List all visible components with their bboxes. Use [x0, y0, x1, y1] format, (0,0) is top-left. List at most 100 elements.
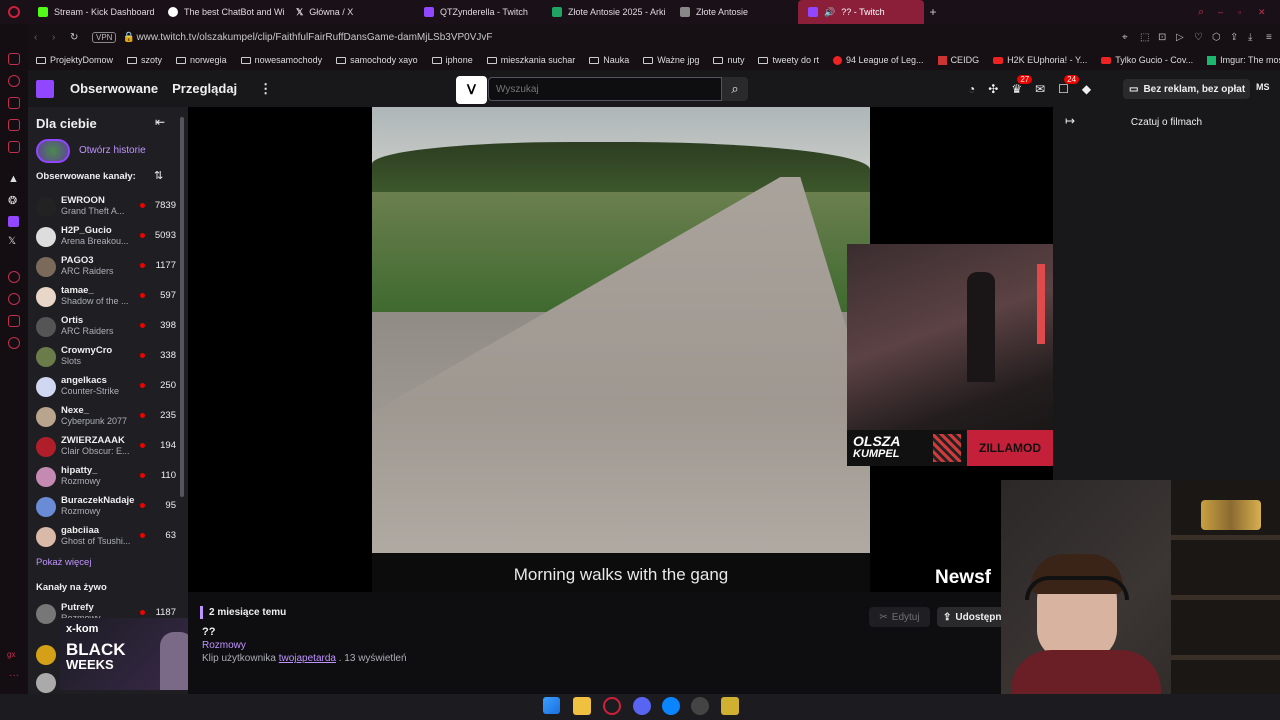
vpn-badge[interactable]: VPN — [92, 31, 117, 43]
opera-logo[interactable] — [0, 0, 28, 24]
share-button[interactable]: ⇪ Udostępn — [937, 607, 1001, 627]
browser-tab[interactable]: 𝕏 Główna / X — [286, 0, 414, 24]
aria-icon[interactable] — [8, 53, 20, 65]
browser-tab[interactable]: QTZynderella - Twitch — [414, 0, 542, 24]
followed-channel[interactable]: angelkacs Counter-Strike 250 — [36, 373, 176, 401]
more-menu-icon[interactable]: ⋮ — [259, 81, 272, 97]
xkom-ad[interactable]: x-kom BLACK WEEKS — [60, 618, 203, 690]
clip-author-link[interactable]: twojapetarda — [279, 653, 336, 664]
player-icon[interactable] — [8, 141, 20, 153]
browser-tab[interactable]: Złote Antosie — [670, 0, 798, 24]
browser-tab[interactable]: The best ChatBot and Wi — [158, 0, 286, 24]
sidebar-avatar[interactable] — [36, 673, 56, 693]
menu-icon[interactable]: ≡ — [1266, 32, 1280, 43]
play-icon[interactable]: ▷ — [1176, 32, 1194, 43]
windows-start-icon[interactable] — [543, 697, 560, 714]
activity-icon[interactable]: ◔ — [968, 82, 975, 96]
download-icon[interactable]: ⤓ — [1248, 32, 1266, 43]
url-field[interactable]: www.twitch.tv/olszakumpel/clip/FaithfulF… — [136, 32, 492, 43]
edit-button[interactable]: ✂ Edytuj — [869, 607, 930, 627]
bookmark[interactable]: Imgur: The most a... — [1207, 55, 1280, 65]
followed-channel[interactable]: H2P_Gucio Arena Breakou... 5093 — [36, 223, 176, 251]
minimize-icon[interactable]: – — [1218, 7, 1238, 17]
bookmark[interactable]: norwegia — [176, 55, 227, 65]
show-more-link[interactable]: Pokaż więcej — [36, 557, 91, 568]
obs-icon[interactable] — [691, 697, 709, 715]
sidebar-scrollbar[interactable] — [180, 117, 184, 497]
back-icon[interactable]: ‹ — [34, 32, 52, 43]
search-input[interactable] — [488, 77, 722, 101]
bookmark[interactable]: tweety do rt — [758, 55, 819, 65]
share-icon[interactable]: ⇪ — [1230, 32, 1248, 43]
prime-icon[interactable]: ♛ 27 — [1011, 75, 1033, 96]
chatgpt-icon[interactable]: ❂ — [8, 194, 17, 207]
inbox-icon[interactable]: ✉ — [1035, 82, 1045, 96]
bits-icon[interactable]: ◆ — [1082, 82, 1091, 96]
followed-channel[interactable]: Ortis ARC Raiders 398 — [36, 313, 176, 341]
bookmark[interactable]: CEIDG — [937, 55, 979, 65]
stories-avatar[interactable] — [36, 139, 70, 163]
followed-channel[interactable]: PAGO3 ARC Raiders 1177 — [36, 253, 176, 281]
sidebar-avatar[interactable] — [36, 645, 56, 665]
open-stories-link[interactable]: Otwórz historie — [79, 145, 146, 156]
gx-icon[interactable]: gx — [7, 650, 15, 659]
bookmark[interactable]: Nauka — [589, 55, 629, 65]
extensions-icon[interactable]: ⬡ — [1212, 32, 1230, 43]
notifications-icon[interactable]: ☐ 24 — [1058, 75, 1080, 96]
reload-icon[interactable]: ↻ — [70, 32, 92, 43]
wallet-icon[interactable] — [8, 97, 20, 109]
search-tabs-icon[interactable]: ⌕ — [1198, 6, 1218, 19]
browser-tab[interactable]: Złote Antosie 2025 - Arki — [542, 0, 670, 24]
maximize-icon[interactable]: ▫ — [1238, 7, 1258, 17]
followed-channel[interactable]: ZWIERZAAAK Clair Obscur: E... 194 — [36, 433, 176, 461]
followed-channel[interactable]: gabciiaa Ghost of Tsushi... 63 — [36, 523, 176, 551]
speaker-icon[interactable]: 🔊 — [824, 7, 835, 18]
bookmark[interactable]: nowesamochody — [240, 55, 322, 65]
new-tab-button[interactable]: + — [924, 5, 942, 19]
followed-channel[interactable]: EWROON Grand Theft A... 7839 — [36, 193, 176, 221]
bookmark[interactable]: samochody xayo — [336, 55, 418, 65]
x-side-icon[interactable]: 𝕏 — [8, 236, 16, 247]
bookmark[interactable]: H2K EUphoria! - Y... — [993, 55, 1087, 65]
bookmark[interactable]: Tylko Gucio - Cov... — [1101, 55, 1193, 65]
video-frame[interactable] — [372, 107, 870, 592]
followed-channel[interactable]: tamae_ Shadow of the ... 597 — [36, 283, 176, 311]
opera-gx-taskbar-icon[interactable] — [603, 697, 621, 715]
bookmark[interactable]: Ważne jpg — [643, 55, 699, 65]
twitch-logo[interactable] — [36, 79, 54, 98]
search-logo[interactable]: Ⅴ — [456, 76, 487, 104]
more-icon[interactable]: ··· — [9, 670, 19, 681]
clip-category[interactable]: Rozmowy — [202, 640, 246, 651]
forward-icon[interactable]: › — [52, 32, 70, 43]
app-icon[interactable] — [721, 697, 739, 715]
nav-following[interactable]: Obserwowane — [70, 81, 158, 96]
news-icon[interactable] — [8, 119, 20, 131]
clock-icon[interactable] — [8, 271, 20, 283]
followed-channel[interactable]: hipatty_ Rozmowy 110 — [36, 463, 176, 491]
file-explorer-icon[interactable] — [573, 697, 591, 715]
close-window-icon[interactable]: ✕ — [1258, 7, 1280, 18]
avatar[interactable]: MS — [1256, 82, 1270, 92]
bookmark[interactable]: 94 League of Leg... — [832, 55, 924, 65]
messenger-icon[interactable] — [662, 697, 680, 715]
bookmark[interactable]: szoty — [127, 55, 162, 65]
settings-icon[interactable] — [8, 337, 20, 349]
bookmark[interactable]: mieszkania suchar — [486, 55, 575, 65]
heart-icon[interactable]: ♡ — [1194, 32, 1212, 43]
pin-icon[interactable]: ⌖ — [1122, 32, 1140, 43]
timer-icon[interactable] — [8, 293, 20, 305]
bookmark[interactable]: ProjektyDomow — [36, 55, 113, 65]
no-ads-button[interactable]: ▭ Bez reklam, bez opłat — [1123, 79, 1250, 99]
downloads-icon[interactable] — [8, 315, 20, 327]
followed-channel[interactable]: BuraczekNadaje Rozmowy 95 — [36, 493, 176, 521]
collapse-sidebar-icon[interactable]: ⇤ — [155, 115, 165, 129]
arrow-icon[interactable]: ▲ — [8, 173, 19, 185]
browser-tab-active[interactable]: 🔊?? - Twitch — [798, 0, 924, 24]
screenshot-icon[interactable]: ⬚ — [1140, 32, 1158, 43]
crop-icon[interactable]: ⊡ — [1158, 32, 1176, 43]
bookmark[interactable]: iphone — [431, 55, 473, 65]
browser-tab[interactable]: Stream - Kick Dashboard — [28, 0, 158, 24]
followed-channel[interactable]: Nexe_ Cyberpunk 2077 235 — [36, 403, 176, 431]
search-button[interactable]: ⌕ — [722, 77, 748, 101]
nav-browse[interactable]: Przeglądaj — [172, 81, 237, 96]
